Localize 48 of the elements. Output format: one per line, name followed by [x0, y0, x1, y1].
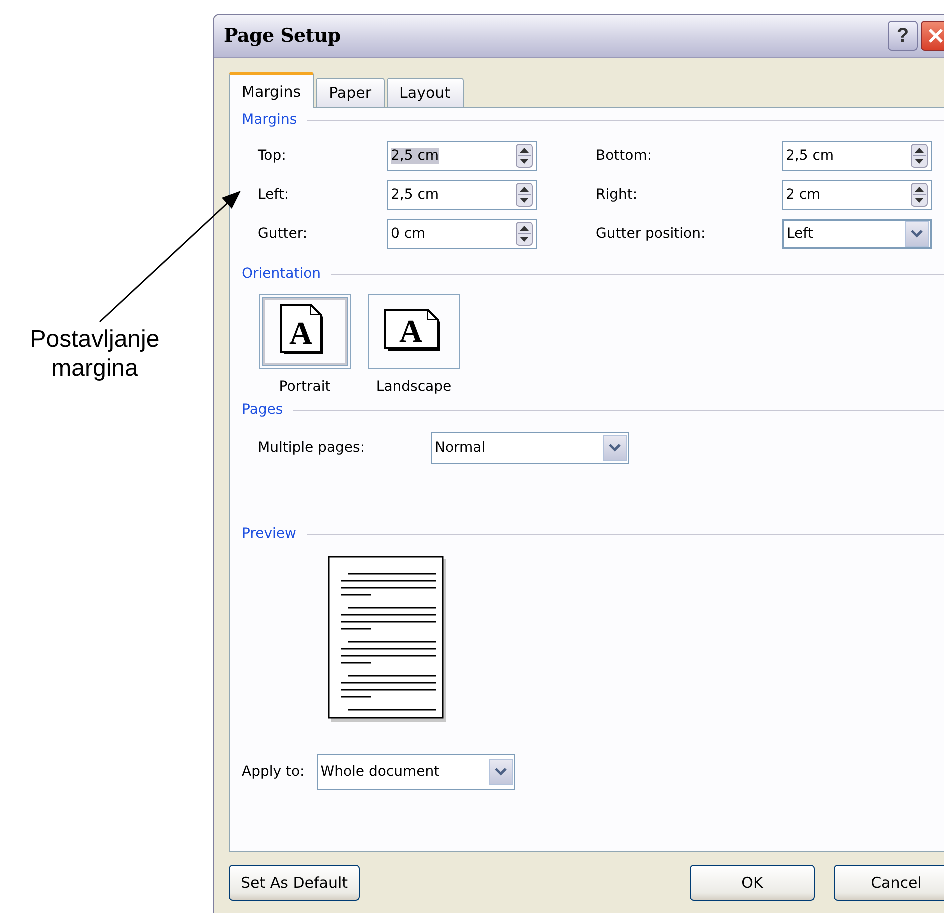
section-title: Preview	[242, 526, 296, 542]
spin-field[interactable]: 2,5 cm	[387, 180, 537, 210]
spinner-icon[interactable]	[911, 183, 928, 207]
section-title: Orientation	[242, 266, 322, 282]
field-label: Bottom:	[596, 148, 654, 164]
field-label: Right:	[596, 187, 639, 203]
annotation-label: Postavljanje margina	[29, 325, 161, 383]
dropdown[interactable]: Whole document	[316, 754, 515, 790]
section-title: Margins	[242, 112, 298, 128]
spin-field[interactable]: 2,5 cm	[782, 141, 932, 171]
dialog-button[interactable]: Cancel	[834, 865, 944, 901]
spinner-icon[interactable]	[516, 222, 533, 246]
dropdown-button[interactable]	[905, 221, 929, 247]
close-button[interactable]	[921, 21, 944, 51]
tab[interactable]: Margins	[229, 72, 314, 108]
help-button[interactable]: ?	[888, 21, 918, 51]
field-label: Left:	[258, 187, 290, 203]
dropdown-button[interactable]	[603, 435, 627, 461]
spinner-icon[interactable]	[516, 144, 533, 168]
dropdown-button[interactable]	[488, 759, 513, 785]
dropdown[interactable]: Left	[782, 219, 932, 249]
field-value: 2 cm	[786, 187, 821, 203]
field-value: Left	[787, 226, 814, 242]
window-title: Page Setup	[224, 25, 342, 47]
dialog-button[interactable]: OK	[690, 865, 815, 901]
spin-field[interactable]: 2 cm	[782, 180, 932, 210]
field-value: 0 cm	[391, 226, 426, 242]
tab[interactable]: Paper	[316, 78, 385, 107]
field-label: Top:	[258, 148, 288, 164]
caret-icon	[609, 444, 621, 452]
section-title: Pages	[242, 402, 284, 418]
close-icon	[927, 27, 944, 45]
dialog-button[interactable]: Set As Default	[229, 865, 360, 901]
field-label: Gutter position:	[596, 226, 707, 242]
spinner-icon[interactable]	[911, 144, 928, 168]
field-label: Apply to:	[242, 764, 305, 780]
caret-icon	[911, 230, 923, 238]
field-value: 2,5 cm	[391, 187, 440, 203]
spin-field[interactable]: 2,5 cm	[387, 141, 537, 171]
field-label: Gutter:	[258, 226, 309, 242]
field-label: Multiple pages:	[258, 440, 366, 456]
caret-icon	[494, 768, 507, 776]
spin-field[interactable]: 0 cm	[387, 219, 537, 249]
field-value: 2,5 cm	[391, 148, 440, 164]
spinner-icon[interactable]	[516, 183, 533, 207]
dropdown[interactable]: Normal	[431, 432, 629, 464]
field-value: 2,5 cm	[786, 148, 834, 164]
tab[interactable]: Layout	[386, 78, 464, 107]
